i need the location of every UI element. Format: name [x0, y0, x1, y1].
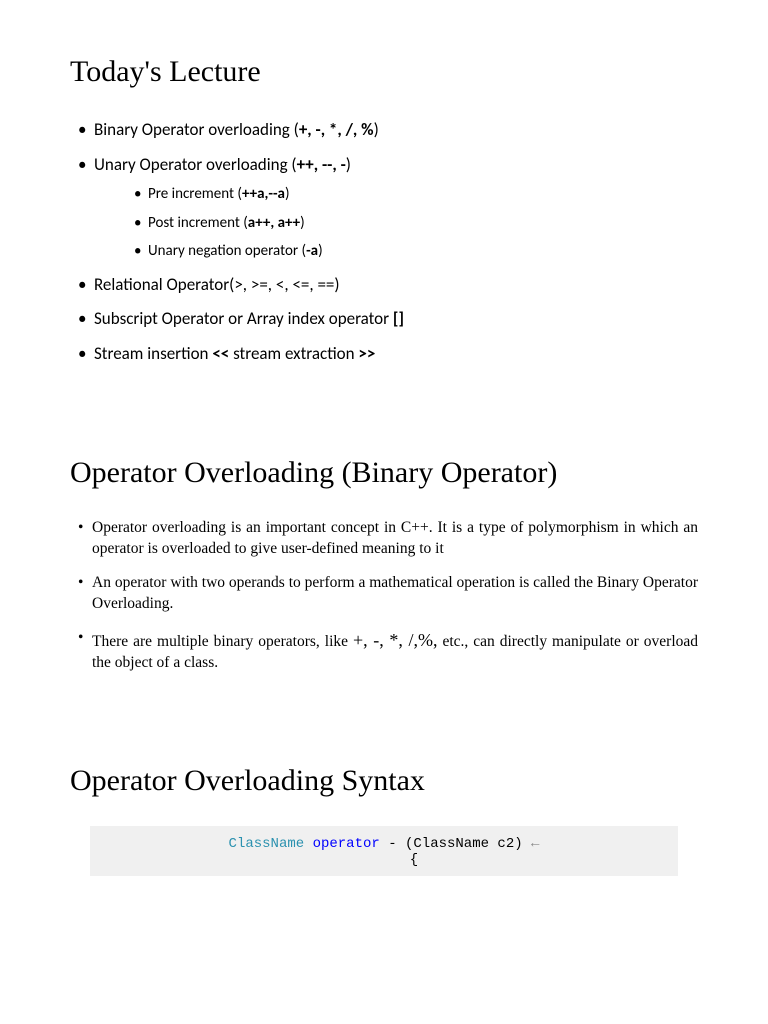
point-multiple-operators: There are multiple binary operators, lik… [78, 628, 698, 674]
topic-unary-operator: Unary Operator overloading (++, --, -) P… [78, 152, 698, 263]
text-bold: -a [306, 242, 318, 260]
text-part: ) [374, 119, 379, 140]
section-syntax: Operator Overloading Syntax ClassName op… [70, 764, 698, 876]
heading-binary-operator: Operator Overloading (Binary Operator) [70, 456, 698, 490]
binary-operator-list: Operator overloading is an important con… [70, 518, 698, 674]
code-classname: ClassName [229, 836, 305, 852]
subtopic-post-increment: Post increment (a++, a++) [134, 212, 698, 235]
arrow-icon: ← [531, 836, 539, 852]
lecture-topics-list: Binary Operator overloading (+, -, *, /,… [70, 117, 698, 366]
heading-syntax: Operator Overloading Syntax [70, 764, 698, 798]
subtopic-unary-negation: Unary negation operator (-a) [134, 240, 698, 263]
section-todays-lecture: Today's Lecture Binary Operator overload… [70, 55, 698, 366]
text-part: ) [300, 214, 305, 232]
text-part: Pre increment ( [148, 185, 242, 203]
code-keyword: operator [313, 836, 380, 852]
text-part: Subscript Operator or Array index operat… [94, 308, 393, 329]
text-part: Stream insertion [94, 343, 212, 364]
subtopic-pre-increment: Pre increment (++a,--a) [134, 183, 698, 206]
text-part: Binary Operator overloading ( [94, 119, 299, 140]
code-syntax-box: ClassName operator - (ClassName c2) ← { [90, 826, 678, 876]
text-bold: ++a,--a [242, 185, 285, 203]
code-brace: { [410, 852, 418, 868]
topic-subscript-operator: Subscript Operator or Array index operat… [78, 306, 698, 332]
text-bold: [] [393, 308, 404, 329]
text-part: Unary Operator overloading ( [94, 154, 297, 175]
text-bold: << [212, 343, 229, 364]
text-part: ) [318, 242, 323, 260]
unary-sublist: Pre increment (++a,--a) Post increment (… [94, 183, 698, 263]
text-part: stream extraction [229, 343, 358, 364]
text-bold: +, -, *, /, % [299, 119, 374, 140]
point-polymorphism: Operator overloading is an important con… [78, 518, 698, 560]
topic-binary-operator: Binary Operator overloading (+, -, *, /,… [78, 117, 698, 143]
code-line-2: { [90, 852, 678, 868]
text-part: Unary negation operator ( [148, 242, 306, 260]
text-part: ) [346, 154, 351, 175]
section-binary-operator: Operator Overloading (Binary Operator) O… [70, 456, 698, 674]
topic-relational-operator: Relational Operator(>, >=, <, <=, ==) [78, 272, 698, 298]
point-two-operands: An operator with two operands to perform… [78, 573, 698, 615]
heading-todays-lecture: Today's Lecture [70, 55, 698, 89]
text-part: There are multiple binary operators, lik… [92, 633, 353, 650]
text-part: Post increment ( [148, 214, 248, 232]
code-line-1: ClassName operator - (ClassName c2) ← [90, 836, 678, 852]
text-bold: a++, a++ [248, 214, 300, 232]
text-bold: >> [358, 343, 375, 364]
text-bold: ++, --, - [297, 154, 346, 175]
text-part: ) [285, 185, 290, 203]
code-rest: - (ClassName c2) [380, 836, 531, 852]
topic-stream-insertion: Stream insertion << stream extraction >> [78, 341, 698, 367]
ops-text: +, -, *, /,%, [353, 630, 437, 650]
